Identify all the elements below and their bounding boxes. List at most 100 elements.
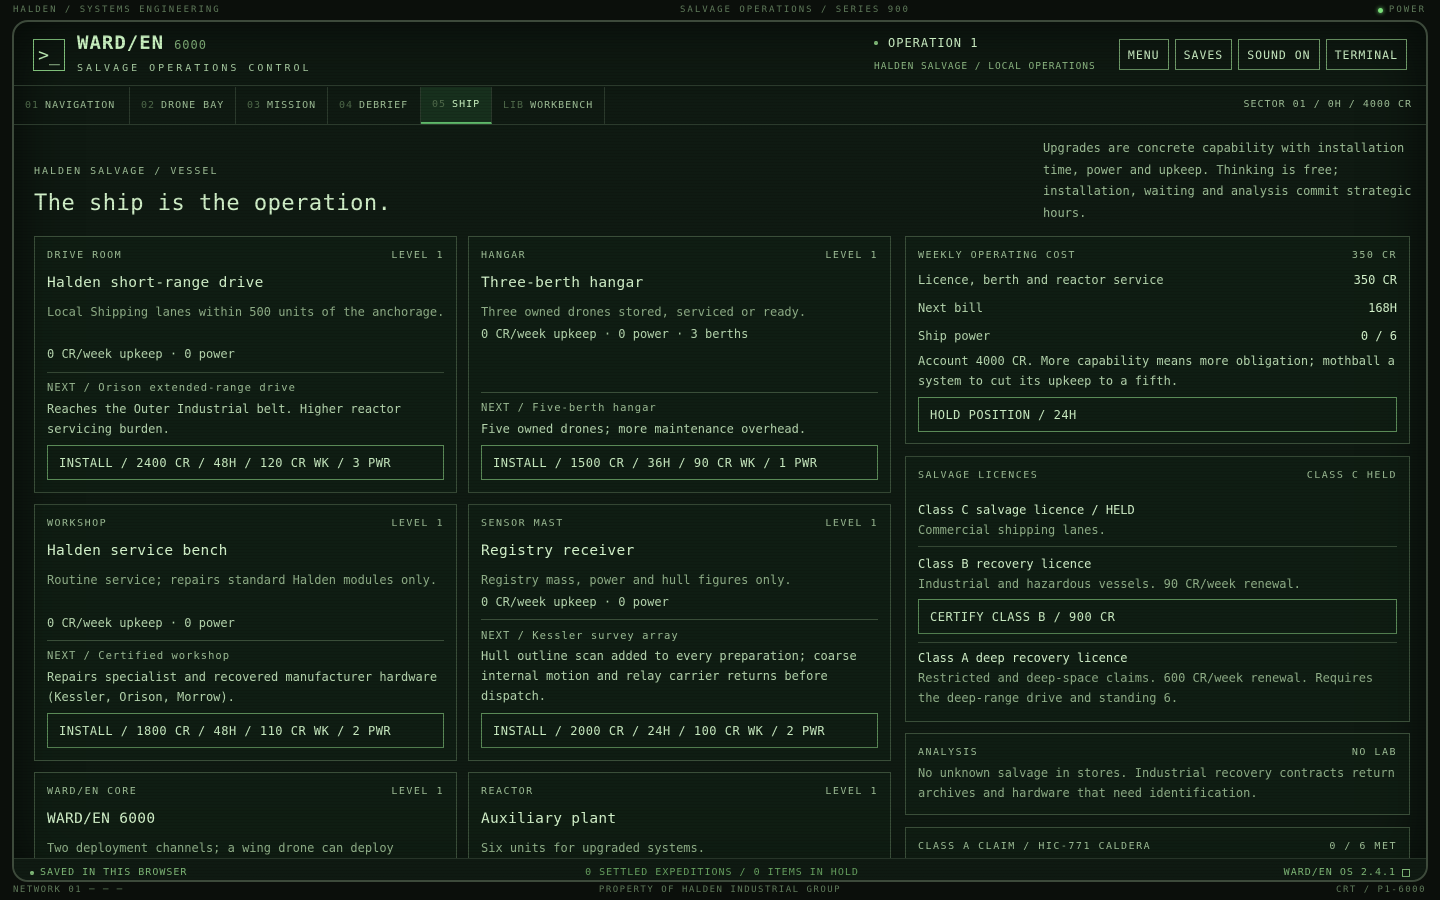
module-card-drive-room: DRIVE ROOM LEVEL 1 Halden short-range dr… <box>34 236 457 493</box>
tab-label: MISSION <box>267 100 317 111</box>
tab-number: LIB <box>503 100 525 111</box>
os-version: WARD/EN OS 2.4.1 <box>1284 867 1410 878</box>
install-button[interactable]: INSTALL / 2400 CR / 48H / 120 CR WK / 3 … <box>47 445 444 480</box>
module-title: Three-berth hangar <box>481 275 644 291</box>
next-upgrade-description: Repairs specialist and recovered manufac… <box>47 670 438 704</box>
header-buttons: MENU SAVES SOUND ON TERMINAL <box>1118 39 1407 70</box>
module-kicker: REACTOR <box>481 786 534 797</box>
cost-label: Licence, berth and reactor service <box>918 273 1164 287</box>
page-intro: Upgrades are concrete capability with in… <box>1043 141 1412 220</box>
system-strip-bottom: NETWORK 01 ─ ─ ─ PROPERTY OF HALDEN INDU… <box>0 882 1440 900</box>
tab-ship[interactable]: 05 SHIP <box>421 87 492 124</box>
analysis-description: No unknown salvage in stores. Industrial… <box>918 766 1395 800</box>
module-meta: 0 CR/week upkeep · 0 power <box>47 347 235 361</box>
licence-b-title: Class B recovery licence <box>918 557 1092 571</box>
salvage-licences-panel: SALVAGE LICENCES CLASS C HELD Class C sa… <box>905 456 1410 722</box>
crt-screen: >_ WARD/EN 6000 SALVAGE OPERATIONS CONTRO… <box>12 20 1428 882</box>
module-description: Three owned drones stored, serviced or r… <box>481 305 807 319</box>
next-upgrade-label: NEXT / Five-berth hangar <box>481 402 657 414</box>
operation-status-icon <box>874 41 878 45</box>
module-description: Six units for upgraded systems. <box>481 841 705 855</box>
tab-number: 03 <box>247 100 262 111</box>
tab-label: NAVIGATION <box>45 100 116 111</box>
install-button[interactable]: INSTALL / 2000 CR / 24H / 100 CR WK / 2 … <box>481 713 878 748</box>
saves-button[interactable]: SAVES <box>1174 39 1233 70</box>
cost-row: Ship power 0 / 6 <box>918 329 1397 343</box>
brand-subtitle: SALVAGE OPERATIONS CONTROL <box>77 63 312 74</box>
panel-kicker: WEEKLY OPERATING COST <box>918 250 1076 261</box>
next-upgrade-description: Hull outline scan added to every prepara… <box>481 649 857 703</box>
install-button[interactable]: INSTALL / 1500 CR / 36H / 90 CR WK / 1 P… <box>481 445 878 480</box>
module-meta: 0 CR/week upkeep · 0 power · 3 berths <box>481 327 749 341</box>
analysis-panel: ANALYSIS NO LAB No unknown salvage in st… <box>905 733 1410 815</box>
next-upgrade-description: Five owned drones; more maintenance over… <box>481 422 807 436</box>
menu-button[interactable]: MENU <box>1118 39 1169 70</box>
page-eyebrow: HALDEN SALVAGE / VESSEL <box>34 166 219 177</box>
divider <box>918 642 1397 643</box>
panel-kicker-value: NO LAB <box>1351 747 1397 758</box>
sound-toggle-button[interactable]: SOUND ON <box>1238 39 1320 70</box>
module-level: LEVEL 1 <box>391 786 444 797</box>
licence-a-description: Restricted and deep-space claims. 600 CR… <box>918 671 1374 705</box>
tab-navigation[interactable]: 01 NAVIGATION <box>14 87 130 124</box>
divider <box>47 372 444 373</box>
cost-row: Licence, berth and reactor service 350 CR <box>918 273 1397 287</box>
module-level: LEVEL 1 <box>825 518 878 529</box>
module-level: LEVEL 1 <box>825 250 878 261</box>
divider <box>47 640 444 641</box>
app-header: >_ WARD/EN 6000 SALVAGE OPERATIONS CONTRO… <box>14 22 1426 86</box>
system-strip-top: HALDEN / SYSTEMS ENGINEERING SALVAGE OPE… <box>0 0 1440 20</box>
module-title: WARD/EN 6000 <box>47 811 156 827</box>
window-square-icon <box>1402 868 1410 877</box>
tab-label: DEBRIEF <box>359 100 409 111</box>
tab-drone-bay[interactable]: 02 DRONE BAY <box>130 87 236 124</box>
module-kicker: WARD/EN CORE <box>47 786 138 797</box>
install-button[interactable]: INSTALL / 1800 CR / 48H / 110 CR WK / 2 … <box>47 713 444 748</box>
main-tabs: 01 NAVIGATION 02 DRONE BAY 03 MISSION 04 DEB… <box>14 87 1426 125</box>
licence-b-description: Industrial and hazardous vessels. 90 CR/… <box>918 577 1301 591</box>
brand-model: 6000 <box>174 38 207 52</box>
tab-label: DRONE BAY <box>161 100 225 111</box>
cost-label: Next bill <box>918 301 984 315</box>
tab-workbench[interactable]: LIB WORKBENCH <box>492 87 605 124</box>
ownership-label: PROPERTY OF HALDEN INDUSTRIAL GROUP <box>598 885 842 895</box>
expedition-summary: 0 SETTLED EXPEDITIONS / 0 ITEMS IN HOLD <box>585 867 859 878</box>
terminal-button[interactable]: TERMINAL <box>1325 39 1407 70</box>
page-title: The ship is the operation. <box>34 191 392 216</box>
panel-kicker: SALVAGE LICENCES <box>918 470 1039 481</box>
licence-c-title: Class C salvage licence / HELD <box>918 503 1135 517</box>
operation-info: OPERATION 1 HALDEN SALVAGE / LOCAL OPERA… <box>874 36 1096 72</box>
module-description: Two deployment channels; a wing drone ca… <box>47 841 394 855</box>
divider <box>918 546 1397 547</box>
module-title: Halden service bench <box>47 543 228 559</box>
panel-kicker-value: 0 / 6 MET <box>1329 841 1397 852</box>
panel-kicker-value: CLASS C HELD <box>1306 470 1397 481</box>
licence-c-description: Commercial shipping lanes. <box>918 523 1106 537</box>
terminal-logo-icon: >_ <box>33 39 65 71</box>
cost-row: Next bill 168H <box>918 301 1397 315</box>
cost-value: 168H <box>1368 301 1397 315</box>
tab-number: 04 <box>339 100 354 111</box>
os-version-label: WARD/EN OS 2.4.1 <box>1283 867 1396 878</box>
cost-note: Account 4000 CR. More capability means m… <box>918 354 1395 388</box>
module-level: LEVEL 1 <box>825 786 878 797</box>
power-label: POWER <box>1388 5 1426 15</box>
system-series: SALVAGE OPERATIONS / SERIES 900 <box>680 5 910 15</box>
tab-number: 02 <box>141 100 156 111</box>
tab-label: SHIP <box>452 99 481 110</box>
tab-number: 05 <box>432 99 447 110</box>
tab-label: WORKBENCH <box>530 100 594 111</box>
tab-debrief[interactable]: 04 DEBRIEF <box>328 87 421 124</box>
operation-subtitle: HALDEN SALVAGE / LOCAL OPERATIONS <box>874 61 1096 72</box>
module-meta: 0 CR/week upkeep · 0 power <box>481 595 669 609</box>
module-card-hangar: HANGAR LEVEL 1 Three-berth hangar Three … <box>468 236 891 493</box>
cost-label: Ship power <box>918 329 991 343</box>
power-indicator: POWER <box>1377 5 1426 15</box>
hold-position-button[interactable]: HOLD POSITION / 24H <box>918 397 1397 432</box>
tab-mission[interactable]: 03 MISSION <box>236 87 328 124</box>
module-level: LEVEL 1 <box>391 518 444 529</box>
certify-class-b-button[interactable]: CERTIFY CLASS B / 900 CR <box>918 599 1397 634</box>
status-bar: SAVED IN THIS BROWSER 0 SETTLED EXPEDITI… <box>14 858 1426 880</box>
next-upgrade-label: NEXT / Orison extended-range drive <box>47 382 296 394</box>
module-description: Routine service; repairs standard Halden… <box>47 573 438 587</box>
